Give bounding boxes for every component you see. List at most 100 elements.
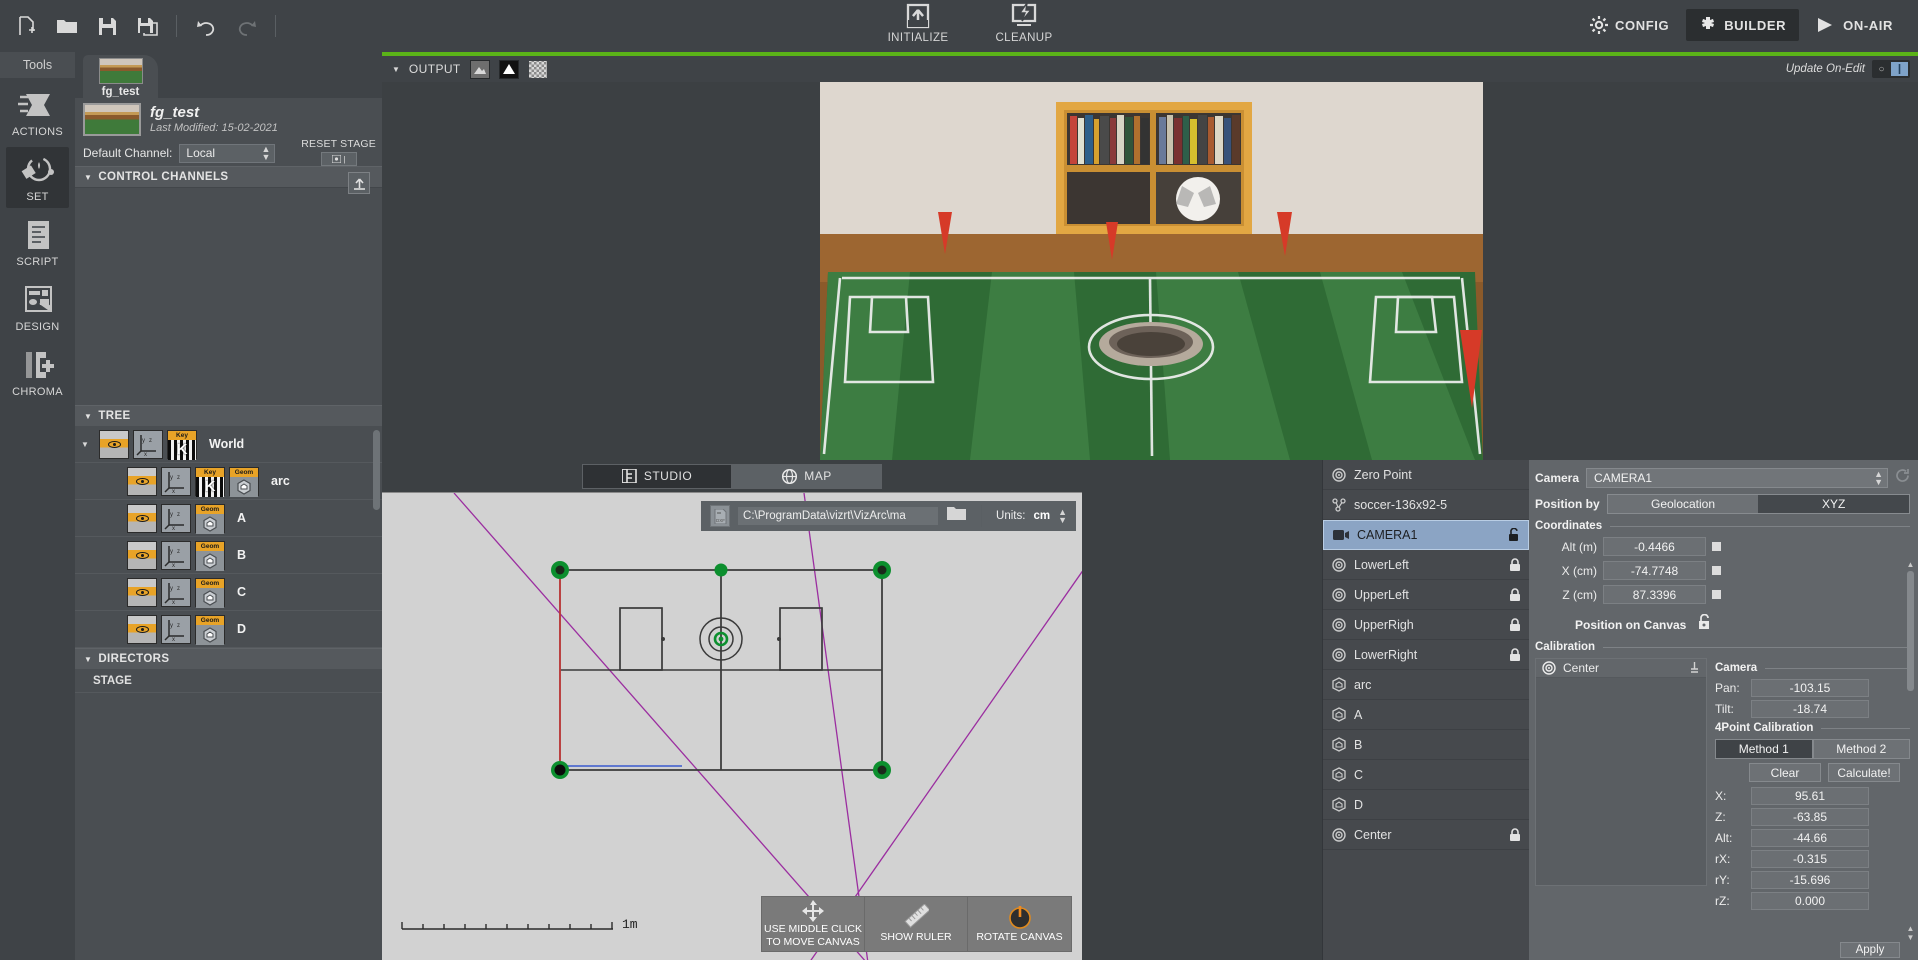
result-field[interactable]: 0.000 [1751, 892, 1869, 910]
transform-axis-icon[interactable]: yzx [161, 504, 191, 533]
visibility-icon[interactable] [127, 504, 157, 533]
visibility-icon[interactable] [127, 467, 157, 496]
onair-button[interactable]: ON-AIR [1803, 10, 1906, 40]
tree-row-a[interactable]: yzxGeomA [75, 500, 382, 537]
stage-row[interactable]: STAGE [75, 669, 382, 693]
tool-actions[interactable]: ACTIONS [6, 82, 69, 143]
result-field[interactable]: 95.61 [1751, 787, 1869, 805]
refresh-icon[interactable] [1895, 468, 1910, 488]
update-on-edit-toggle[interactable]: ○ [1872, 60, 1910, 78]
geometry-icon[interactable]: Geom [195, 504, 225, 533]
control-channels-header[interactable]: ▼ CONTROL CHANNELS [75, 166, 382, 187]
chevron-down-icon[interactable]: ▼ [392, 65, 400, 74]
seg-xyz[interactable]: XYZ [1758, 495, 1909, 513]
tree-expander[interactable]: ▼ [81, 440, 95, 449]
tree-header[interactable]: ▼ TREE [75, 405, 382, 426]
initialize-button[interactable]: INITIALIZE [880, 2, 956, 44]
pan-field[interactable]: -103.15 [1751, 679, 1869, 697]
geometry-icon[interactable]: Geom [229, 467, 259, 496]
key-icon[interactable]: KeyK [195, 467, 225, 496]
unlock-icon[interactable] [1698, 614, 1712, 635]
object-row-arc[interactable]: arc [1323, 670, 1529, 700]
object-row-c[interactable]: C [1323, 760, 1529, 790]
object-row-camera1[interactable]: CAMERA1 [1323, 520, 1529, 550]
object-row-lowerright[interactable]: LowerRight [1323, 640, 1529, 670]
object-row-upperrigh[interactable]: UpperRigh [1323, 610, 1529, 640]
tree-row-d[interactable]: yzxGeomD [75, 611, 382, 648]
tool-chroma[interactable]: CHROMA [6, 342, 69, 403]
key-icon[interactable]: KeyK [167, 430, 197, 459]
tilt-field[interactable]: -18.74 [1751, 700, 1869, 718]
rotate-canvas-button[interactable]: ROTATE CANVAS [968, 897, 1071, 951]
clear-button[interactable]: Clear [1749, 763, 1821, 782]
tree-row-world[interactable]: ▼yzxKeyKWorld [75, 426, 382, 463]
coord-field[interactable]: -74.7748 [1603, 561, 1706, 580]
coord-field[interactable]: -0.4466 [1603, 537, 1706, 556]
transform-axis-icon[interactable]: yzx [133, 430, 163, 459]
visibility-icon[interactable] [127, 541, 157, 570]
result-field[interactable]: -0.315 [1751, 850, 1869, 868]
coord-checkbox[interactable] [1712, 590, 1721, 599]
tab-map[interactable]: MAP [732, 464, 882, 489]
lock-toggle-icon[interactable] [1509, 618, 1521, 632]
units-value[interactable]: cm [1033, 510, 1050, 522]
browse-folder-icon[interactable] [946, 505, 967, 527]
units-stepper-icon[interactable]: ▲▼ [1058, 508, 1067, 524]
lock-toggle-icon[interactable] [1509, 648, 1521, 662]
tool-design[interactable]: DESIGN [6, 277, 69, 338]
scroll-thumb[interactable] [1907, 571, 1914, 691]
calibration-item-center[interactable]: Center [1536, 659, 1706, 678]
save-icon[interactable] [90, 9, 124, 43]
object-row-lowerleft[interactable]: LowerLeft [1323, 550, 1529, 580]
dxf-path-input[interactable]: C:\ProgramData\vizrt\VizArc\ma [738, 507, 938, 525]
lock-toggle-icon[interactable] [1509, 558, 1521, 572]
method-1-button[interactable]: Method 1 [1715, 739, 1813, 759]
coord-field[interactable]: 87.3396 [1603, 585, 1706, 604]
coord-checkbox[interactable] [1712, 566, 1721, 575]
object-row-upperleft[interactable]: UpperLeft [1323, 580, 1529, 610]
tree-row-c[interactable]: yzxGeomC [75, 574, 382, 611]
geometry-icon[interactable]: Geom [195, 578, 225, 607]
tree-row-b[interactable]: yzxGeomB [75, 537, 382, 574]
scroll-up-icon-2[interactable]: ▲ [1905, 924, 1916, 933]
visibility-icon[interactable] [127, 578, 157, 607]
redo-icon[interactable] [229, 9, 263, 43]
object-row-b[interactable]: B [1323, 730, 1529, 760]
transform-axis-icon[interactable]: yzx [161, 467, 191, 496]
undo-icon[interactable] [189, 9, 223, 43]
lock-toggle-icon[interactable] [1509, 588, 1521, 602]
result-field[interactable]: -63.85 [1751, 808, 1869, 826]
cleanup-button[interactable]: CLEANUP [986, 2, 1062, 44]
lock-toggle-icon[interactable] [1509, 828, 1521, 842]
save-as-icon[interactable] [130, 9, 164, 43]
reset-stage-button[interactable]: | [321, 152, 357, 166]
scroll-down-icon[interactable]: ▼ [1905, 933, 1916, 942]
object-row-center[interactable]: Center [1323, 820, 1529, 850]
pin-icon[interactable] [1689, 661, 1700, 676]
calculate-button[interactable]: Calculate! [1828, 763, 1900, 782]
lock-toggle-icon[interactable] [1508, 528, 1520, 542]
output-view-mode-1[interactable] [470, 60, 490, 79]
transform-axis-icon[interactable]: yzx [161, 615, 191, 644]
transform-axis-icon[interactable]: yzx [161, 541, 191, 570]
tree-scrollbar[interactable] [373, 430, 380, 510]
visibility-icon[interactable] [127, 615, 157, 644]
scene-upload-button[interactable] [348, 172, 370, 194]
open-folder-icon[interactable] [50, 9, 84, 43]
geometry-icon[interactable]: Geom [195, 541, 225, 570]
seg-geolocation[interactable]: Geolocation [1608, 495, 1759, 513]
result-field[interactable]: -15.696 [1751, 871, 1869, 889]
object-row-zero-point[interactable]: Zero Point [1323, 460, 1529, 490]
output-view-mode-2[interactable] [499, 60, 519, 79]
scroll-up-icon[interactable]: ▲ [1905, 560, 1916, 569]
tool-set[interactable]: SET [6, 147, 69, 208]
tree-row-arc[interactable]: yzxKeyKGeomarc [75, 463, 382, 500]
output-view-mode-3[interactable] [528, 60, 548, 79]
scene-tab-fg-test[interactable]: fg_test [83, 55, 158, 98]
config-button[interactable]: CONFIG [1577, 9, 1682, 41]
builder-button[interactable]: BUILDER [1686, 9, 1799, 41]
camera-select[interactable]: CAMERA1 ▲▼ [1586, 468, 1888, 488]
object-row-a[interactable]: A [1323, 700, 1529, 730]
visibility-icon[interactable] [99, 430, 129, 459]
studio-canvas[interactable]: DXF C:\ProgramData\vizrt\VizArc\ma Units… [382, 492, 1082, 960]
